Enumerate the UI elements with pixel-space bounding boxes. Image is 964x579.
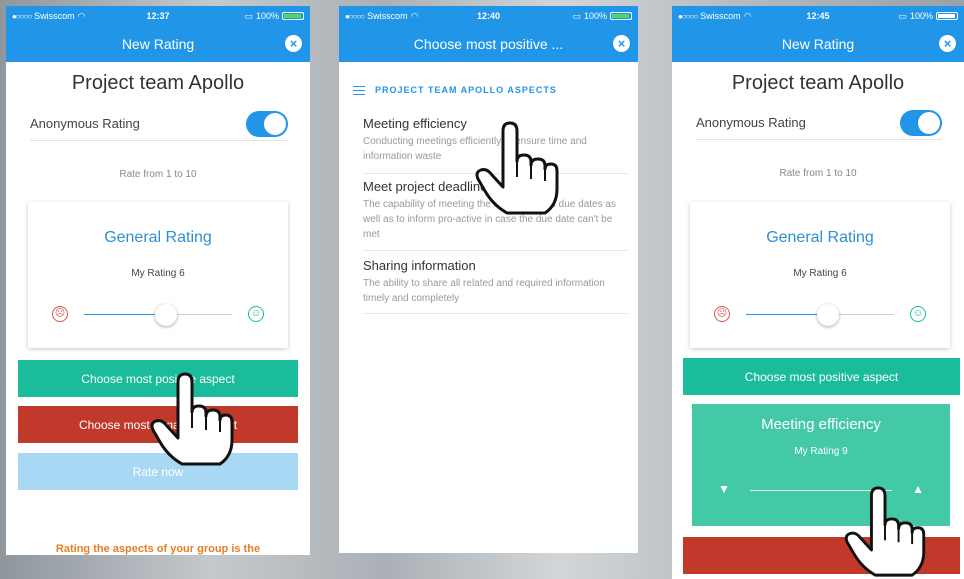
project-title: Project team Apollo [71,72,245,94]
rating-slider[interactable]: ☹ ☺ [714,304,926,326]
sad-face-icon: ☹ [52,306,68,322]
carrier-label: Swisscom [700,11,741,21]
nav-title: New Rating [781,36,855,52]
battery-icon [281,12,304,20]
nav-title: Choose most positive ... [413,36,564,52]
signal-icon: ●○○○○ [12,11,32,21]
rating-label: My Rating 6 [793,268,847,279]
hand-pointer-icon [844,486,926,577]
battery-percent: 100% [583,11,608,21]
happy-face-icon: ☺ [248,306,264,322]
close-icon[interactable]: × [613,35,630,52]
happy-face-icon: ☺ [910,306,926,322]
status-bar: ●○○○○ Swisscom ◠ 12:40 ▭ 100% [339,6,638,26]
wifi-icon: ◠ [77,10,86,21]
screen-mirror-icon: ▭ [572,10,581,21]
rating-hint: Rate from 1 to 10 [119,169,197,180]
choose-positive-button[interactable]: Choose most positive aspect [683,358,960,395]
toggle-knob [264,112,286,135]
aspect-description: The ability to share all related and req… [363,278,605,304]
anonymous-label: Anonymous Rating [30,116,140,131]
rating-label: My Rating 6 [131,268,185,279]
battery-percent: 100% [909,11,933,21]
signal-icon: ●○○○○ [678,11,698,21]
status-bar: ●○○○○ Swisscom ◠ 12:37 ▭ 100% [6,6,310,26]
screen-new-rating-1: ●○○○○ Swisscom ◠ 12:37 ▭ 100% New Rating… [6,6,310,555]
battery-icon [935,12,958,20]
clock: 12:45 [806,11,830,21]
nav-bar: New Rating × [6,26,310,62]
nav-title: New Rating [121,36,195,52]
rating-slider[interactable]: ☹ ☺ [52,304,264,326]
wifi-icon: ◠ [410,10,419,21]
project-title: Project team Apollo [731,72,905,94]
footer-text: Rating the aspects of your group is the [55,543,261,555]
anonymous-toggle[interactable] [246,110,288,137]
aspect-rating-label: My Rating 9 [794,446,848,457]
close-icon[interactable]: × [939,35,956,52]
carrier-label: Swisscom [367,11,408,21]
aspect-item-sharing-information[interactable]: Sharing information The ability to share… [363,258,628,314]
carrier-label: Swisscom [34,11,75,21]
clock: 12:40 [476,11,501,21]
card-title: General Rating [104,229,212,246]
nav-bar: Choose most positive ... × [339,26,638,62]
list-icon [353,85,365,95]
hand-pointer-icon [475,121,559,215]
wifi-icon: ◠ [743,10,752,21]
card-title: General Rating [766,229,874,246]
nav-bar: New Rating × [672,26,964,62]
general-rating-card: General Rating My Rating 6 ☹ ☺ [28,202,288,348]
anonymous-rating-row: Anonymous Rating [696,106,942,140]
aspect-title: Sharing information [363,258,476,273]
toggle-knob [918,111,940,134]
slider-thumb[interactable] [817,304,840,326]
thumbs-down-icon: ▼ [718,482,730,496]
sad-face-icon: ☹ [714,306,730,322]
hand-pointer-icon [150,372,234,466]
aspect-card-title: Meeting efficiency [761,416,881,433]
battery-percent: 100% [255,11,279,21]
close-icon[interactable]: × [285,35,302,52]
status-bar: ●○○○○ Swisscom ◠ 12:45 ▭ 100% [672,6,964,26]
anonymous-rating-row: Anonymous Rating [30,107,288,141]
rating-hint: Rate from 1 to 10 [779,168,857,179]
section-title: PROJECT TEAM APOLLO ASPECTS [375,85,557,95]
general-rating-card: General Rating My Rating 6 ☹ ☺ [690,202,950,348]
anonymous-toggle[interactable] [900,109,942,136]
screen-mirror-icon: ▭ [898,10,907,21]
battery-icon [610,12,633,20]
signal-icon: ●○○○○ [345,11,365,21]
screen-mirror-icon: ▭ [244,10,253,21]
anonymous-label: Anonymous Rating [696,115,806,130]
aspects-section-header: PROJECT TEAM APOLLO ASPECTS [353,76,624,104]
slider-thumb[interactable] [155,304,178,326]
screen-choose-aspect: ●○○○○ Swisscom ◠ 12:40 ▭ 100% Choose mos… [339,6,638,553]
clock: 12:37 [146,11,170,21]
